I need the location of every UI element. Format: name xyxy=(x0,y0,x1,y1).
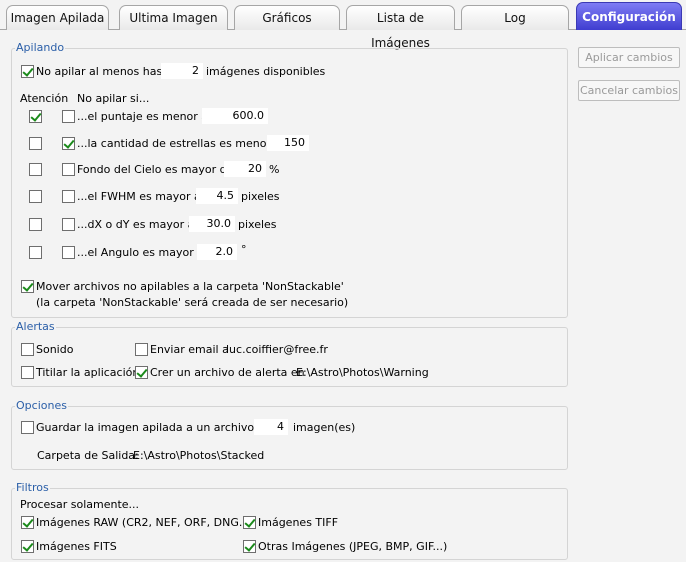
fwhm-unit: pixeles xyxy=(241,190,280,203)
fwhm-condition-label: ...el FWHM es mayor a xyxy=(77,190,201,203)
sky-background-unit: % xyxy=(269,163,280,176)
sky-background-condition-label: Fondo del Cielo es mayor que xyxy=(77,163,241,176)
move-nonstackable-label: Mover archivos no apilables a la carpeta… xyxy=(36,280,344,293)
raw-images-label: Imágenes RAW (CR2, NEF, ORF, DNG...) xyxy=(36,516,254,529)
no-stack-until-checkbox[interactable] xyxy=(21,65,34,78)
attention-column-header: Atención xyxy=(20,92,69,105)
tab-settings[interactable]: Configuración xyxy=(576,2,682,30)
no-stack-stars-checkbox[interactable] xyxy=(62,137,75,150)
score-condition-label: ...el puntaje es menor a xyxy=(77,110,209,123)
options-group-title: Opciones xyxy=(15,399,68,412)
score-threshold-input[interactable]: 600.0 xyxy=(202,108,268,124)
alert-file-label: Crer un archivo de alerta en xyxy=(150,366,305,379)
move-nonstackable-checkbox[interactable] xyxy=(21,280,34,293)
move-nonstackable-note: (la carpeta 'NonStackable' será creada d… xyxy=(36,296,349,309)
tab-image-list[interactable]: Lista de Imágenes xyxy=(346,5,455,50)
tiff-images-checkbox[interactable] xyxy=(243,516,256,529)
apply-changes-button[interactable]: Aplicar cambios xyxy=(578,47,680,68)
fits-images-label: Imágenes FITS xyxy=(36,540,117,553)
alert-file-checkbox[interactable] xyxy=(135,366,148,379)
sound-label: Sonido xyxy=(36,343,74,356)
stars-threshold-input[interactable]: 150 xyxy=(267,135,309,151)
tab-last-image[interactable]: Ultima Imagen xyxy=(119,5,228,30)
attention-score-checkbox[interactable] xyxy=(29,110,42,123)
filters-group-title: Filtros xyxy=(15,481,50,494)
other-images-checkbox[interactable] xyxy=(243,540,256,553)
no-stack-if-column-header: No apilar si... xyxy=(77,92,150,105)
flash-app-checkbox[interactable] xyxy=(21,366,34,379)
no-stack-until-label: No apilar al menos hasta xyxy=(36,65,174,78)
attention-sky-background-checkbox[interactable] xyxy=(29,163,42,176)
sound-checkbox[interactable] xyxy=(21,343,34,356)
angle-threshold-input[interactable]: 2.0 xyxy=(197,244,237,260)
no-stack-until-input[interactable]: 2 xyxy=(161,63,203,79)
attention-stars-checkbox[interactable] xyxy=(29,137,42,150)
send-email-checkbox[interactable] xyxy=(135,343,148,356)
no-stack-dxdy-checkbox[interactable] xyxy=(62,218,75,231)
angle-unit: ° xyxy=(241,243,247,256)
tab-log[interactable]: Log xyxy=(461,5,569,30)
sky-background-threshold-input[interactable]: 20 xyxy=(224,161,266,177)
attention-dxdy-checkbox[interactable] xyxy=(29,218,42,231)
process-only-label: Procesar solamente... xyxy=(20,498,140,511)
tiff-images-label: Imágenes TIFF xyxy=(258,516,339,529)
stacking-group xyxy=(11,48,568,318)
tab-stacked-image[interactable]: Imagen Apilada xyxy=(6,5,109,30)
attention-fwhm-checkbox[interactable] xyxy=(29,190,42,203)
save-stacked-image-checkbox[interactable] xyxy=(21,421,34,434)
stacking-group-title: Apilando xyxy=(15,41,66,54)
no-stack-sky-background-checkbox[interactable] xyxy=(62,163,75,176)
no-stack-angle-checkbox[interactable] xyxy=(62,246,75,259)
dxdy-unit: pixeles xyxy=(238,218,277,231)
tab-graphs[interactable]: Gráficos xyxy=(234,5,340,30)
fwhm-threshold-input[interactable]: 4.5 xyxy=(196,188,238,204)
alert-file-path[interactable]: E:\Astro\Photos\Warning xyxy=(296,366,429,379)
save-every-input[interactable]: 4 xyxy=(254,419,288,435)
alerts-group-title: Alertas xyxy=(15,320,56,333)
email-address-value[interactable]: luc.coiffier@free.fr xyxy=(226,343,328,356)
no-stack-until-suffix: imágenes disponibles xyxy=(206,65,326,78)
stars-condition-label: ...la cantidad de estrellas es menor a xyxy=(77,137,282,150)
attention-angle-checkbox[interactable] xyxy=(29,246,42,259)
no-stack-fwhm-checkbox[interactable] xyxy=(62,190,75,203)
other-images-label: Otras Imágenes (JPEG, BMP, GIF...) xyxy=(258,540,448,553)
angle-condition-label: ...el Angulo es mayor a xyxy=(77,246,204,259)
raw-images-checkbox[interactable] xyxy=(21,516,34,529)
output-folder-label: Carpeta de Salida: xyxy=(37,449,139,462)
fits-images-checkbox[interactable] xyxy=(21,540,34,553)
dxdy-condition-label: ...dX o dY es mayor a xyxy=(77,218,195,231)
flash-app-label: Titilar la aplicación xyxy=(36,366,140,379)
dxdy-threshold-input[interactable]: 30.0 xyxy=(189,216,235,232)
cancel-changes-button[interactable]: Cancelar cambios xyxy=(578,80,680,101)
save-stacked-image-label: Guardar la imagen apilada a un archivo c… xyxy=(36,421,285,434)
no-stack-score-checkbox[interactable] xyxy=(62,110,75,123)
send-email-label: Enviar email a xyxy=(150,343,229,356)
save-every-suffix: imagen(es) xyxy=(293,421,356,434)
output-folder-path[interactable]: E:\Astro\Photos\Stacked xyxy=(133,449,264,462)
